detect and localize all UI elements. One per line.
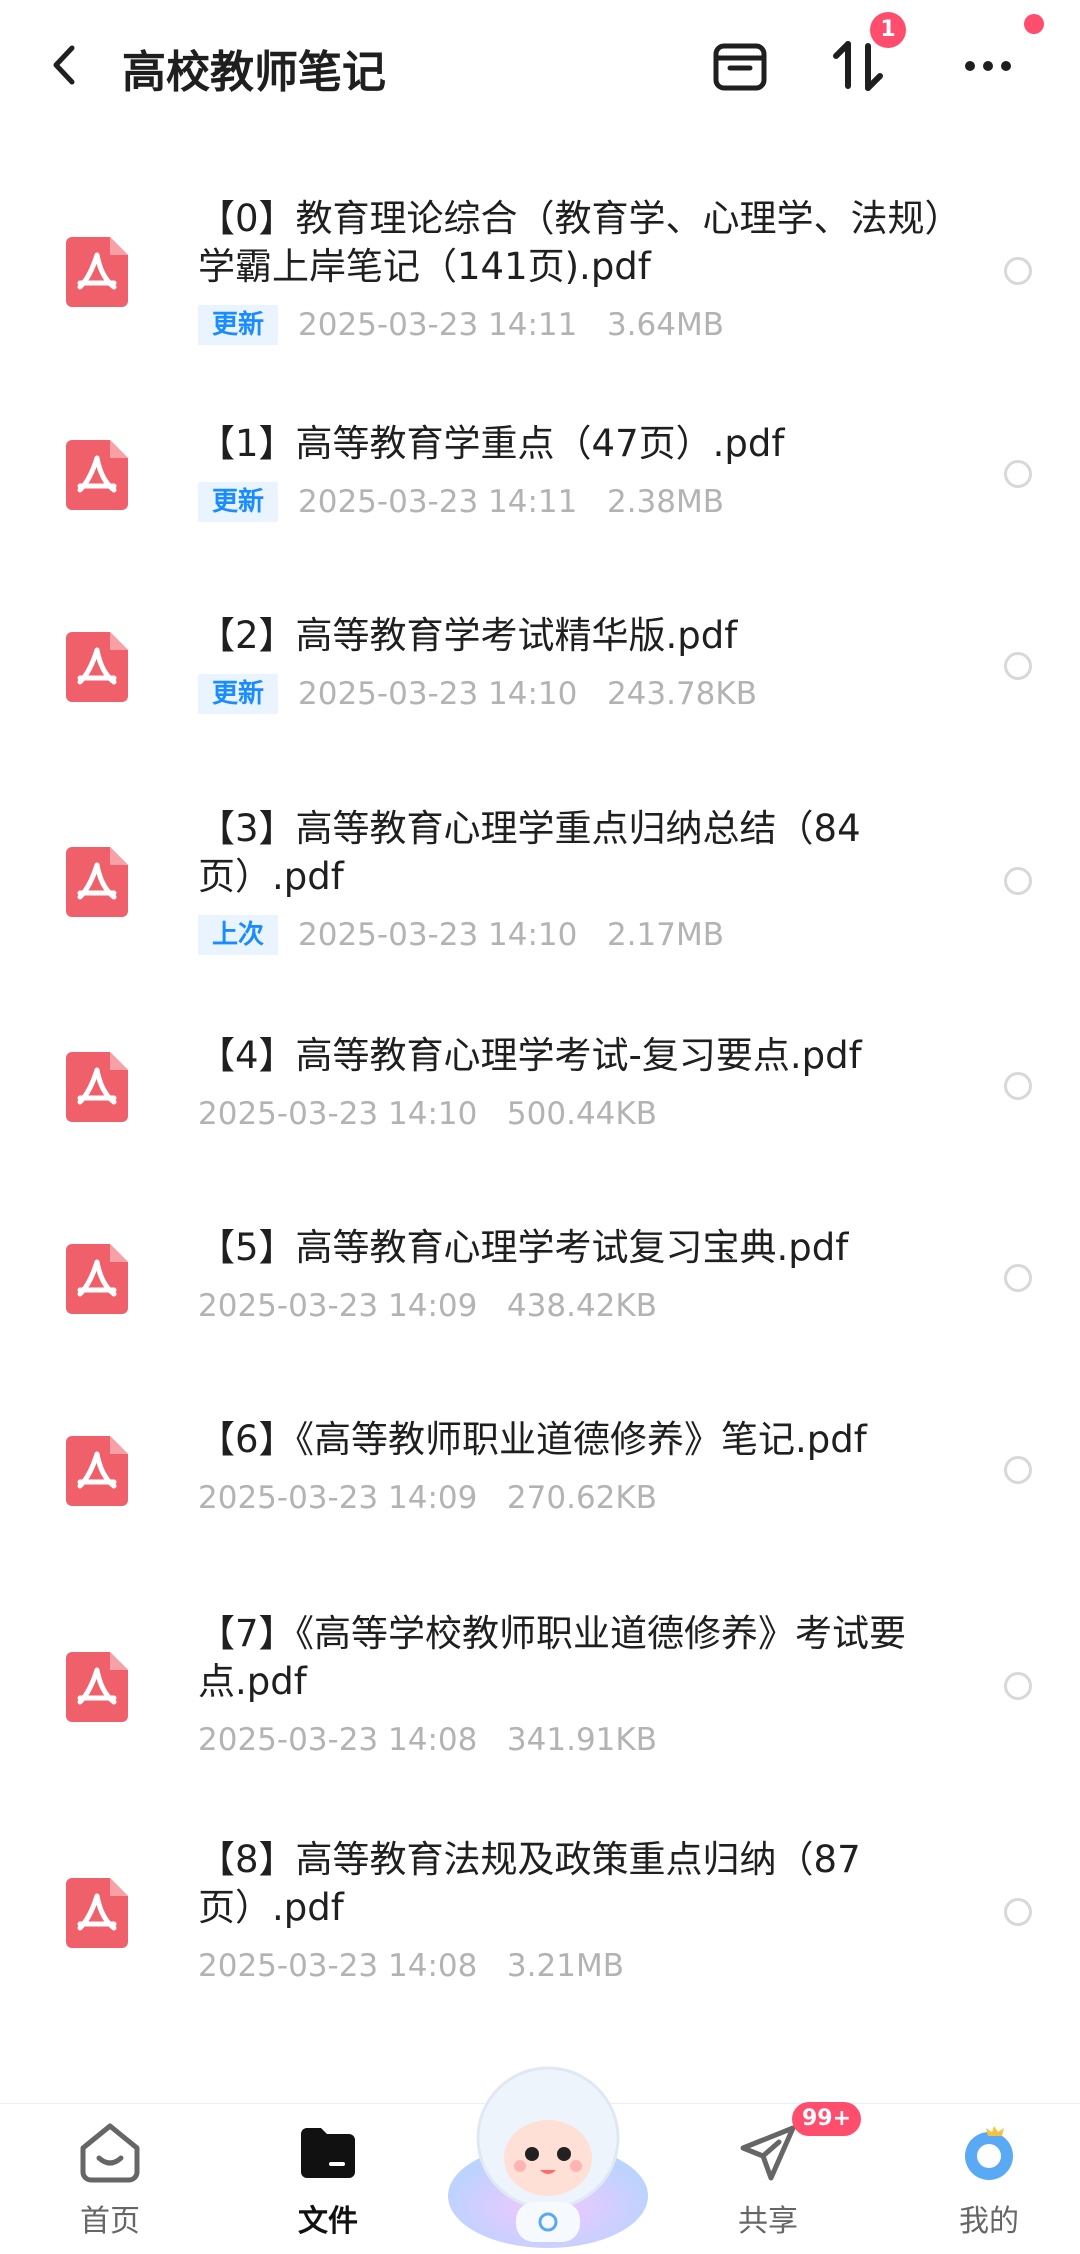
share-badge: 99+ [792,2102,862,2136]
page-title: 高校教师笔记 [122,47,386,98]
top-bar: 高校教师笔记 1 [0,0,1080,140]
update-tag: 更新 [198,305,279,345]
file-name: 【6】《高等教师职业道德修养》笔记.pdf [198,1418,867,1461]
nav-item-mine[interactable]: 我的 [914,2104,1064,2254]
update-tag: 更新 [198,674,279,714]
file-size: 243.78KB [606,676,758,712]
send-icon [740,2125,796,2181]
pdf-file-icon [66,1436,128,1506]
file-name: 【7】《高等学校教师职业道德修养》考试要点.pdf [198,1612,907,1703]
profile-avatar-icon [965,2126,1013,2180]
file-date: 2025-03-23 14:10 [298,676,578,712]
file-date: 2025-03-23 14:08 [198,1722,478,1758]
select-radio[interactable] [1004,867,1032,895]
nav-item-home[interactable]: 首页 [35,2104,185,2254]
nav-label-share: 共享 [738,2204,798,2239]
notification-badge: 1 [870,12,906,48]
pdf-file-icon [66,632,128,702]
file-meta: 2025-03-23 14:10 500.44KB [198,1094,657,1134]
file-meta: 2025-03-23 14:08 341.91KB [198,1720,657,1760]
nav-item-files[interactable]: 文件 [253,2104,403,2254]
file-name: 【1】高等教育学重点（47页）.pdf [198,422,785,465]
file-name: 【5】高等教育心理学考试复习宝典.pdf [198,1226,849,1269]
file-name: 【4】高等教育心理学考试-复习要点.pdf [198,1034,862,1077]
select-radio[interactable] [1004,1264,1032,1292]
select-radio[interactable] [1004,1898,1032,1926]
file-meta: 上次 2025-03-23 14:10 2.17MB [198,915,724,955]
file-date: 2025-03-23 14:11 [298,484,578,520]
red-dot-indicator [1024,14,1044,34]
archive-icon[interactable] [712,38,768,94]
file-name: 【3】高等教育心理学重点归纳总结（84页）.pdf [198,807,861,898]
file-size: 2.17MB [606,917,724,953]
nav-label-home: 首页 [80,2204,140,2239]
file-size: 3.64MB [606,307,724,343]
file-name: 【8】高等教育法规及政策重点归纳（87页）.pdf [198,1838,861,1929]
file-meta: 更新 2025-03-23 14:11 3.64MB [198,305,724,345]
file-date: 2025-03-23 14:10 [298,917,578,953]
pdf-file-icon [66,1878,128,1948]
file-size: 270.62KB [506,1480,657,1516]
mascot-assistant-icon[interactable] [446,2046,650,2250]
nav-label-mine: 我的 [959,2204,1019,2239]
back-icon[interactable] [40,40,90,90]
pdf-file-icon [66,1052,128,1122]
select-radio[interactable] [1004,1072,1032,1100]
file-size: 438.42KB [506,1288,657,1324]
file-date: 2025-03-23 14:09 [198,1288,478,1324]
sort-icon[interactable] [830,38,886,94]
folder-icon [301,2128,355,2178]
file-meta: 2025-03-23 14:09 270.62KB [198,1478,657,1518]
pdf-file-icon [66,1244,128,1314]
file-date: 2025-03-23 14:08 [198,1948,478,1984]
pdf-file-icon [66,1652,128,1722]
file-size: 341.91KB [506,1722,657,1758]
file-size: 3.21MB [506,1948,624,1984]
file-name: 【0】教育理论综合（教育学、心理学、法规）学霸上岸笔记（141页).pdf [198,197,944,288]
select-radio[interactable] [1004,652,1032,680]
pdf-file-icon [66,847,128,917]
file-meta: 2025-03-23 14:09 438.42KB [198,1286,657,1326]
select-radio[interactable] [1004,257,1032,285]
pdf-file-icon [66,237,128,307]
file-meta: 更新 2025-03-23 14:10 243.78KB [198,674,757,714]
file-meta: 2025-03-23 14:08 3.21MB [198,1946,624,1986]
file-name: 【2】高等教育学考试精华版.pdf [198,614,738,657]
home-icon [80,2123,140,2183]
file-date: 2025-03-23 14:10 [198,1096,478,1132]
more-icon[interactable] [960,38,1016,94]
pdf-file-icon [66,440,128,510]
nav-label-files: 文件 [298,2204,358,2239]
update-tag: 更新 [198,482,279,522]
select-radio[interactable] [1004,1456,1032,1484]
last-opened-tag: 上次 [198,915,279,955]
file-date: 2025-03-23 14:11 [298,307,578,343]
file-meta: 更新 2025-03-23 14:11 2.38MB [198,482,724,522]
file-size: 500.44KB [506,1096,657,1132]
file-date: 2025-03-23 14:09 [198,1480,478,1516]
file-size: 2.38MB [606,484,724,520]
select-radio[interactable] [1004,460,1032,488]
select-radio[interactable] [1004,1672,1032,1700]
